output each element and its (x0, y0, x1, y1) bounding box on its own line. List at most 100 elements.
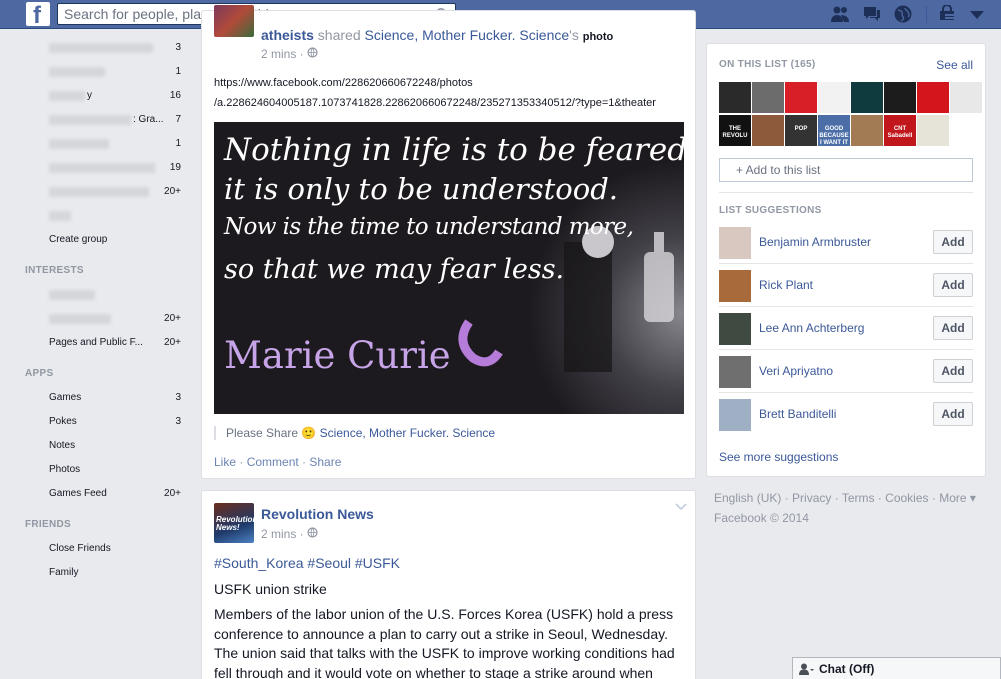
timestamp[interactable]: 2 mins · (261, 47, 318, 61)
list-member-thumbnail[interactable]: CNT Sabadell (884, 115, 916, 146)
messages-icon[interactable] (862, 5, 882, 23)
divider (719, 192, 973, 193)
author-link[interactable]: atheists (261, 27, 314, 43)
suggestion-avatar[interactable] (719, 399, 751, 431)
post-body: Members of the labor union of the U.S. F… (214, 606, 675, 679)
footer-link-cookies[interactable]: Cookies (885, 491, 928, 505)
chat-people-icon (799, 663, 814, 675)
share-link[interactable]: Share (309, 455, 341, 469)
account-menu-icon[interactable] (967, 5, 987, 23)
suggestion-avatar[interactable] (719, 270, 751, 302)
add-to-list-input[interactable]: + Add to this list (719, 158, 973, 182)
suggestion-row: Brett Banditelli Add (719, 393, 973, 436)
create-group-link[interactable]: Create group (49, 232, 189, 248)
footer-link-privacy[interactable]: Privacy (792, 491, 831, 505)
see-all-link[interactable]: See all (936, 58, 973, 72)
list-member-thumbnail[interactable] (950, 82, 982, 113)
comment-link[interactable]: Comment (247, 455, 299, 469)
suggestion-name[interactable]: Brett Banditelli (759, 407, 836, 421)
chat-bar[interactable]: Chat (Off) (792, 657, 1001, 679)
action-text: shared (313, 27, 365, 43)
quote-author: Marie Curie (224, 334, 451, 377)
sidebar-item-games[interactable]: Games 3 (49, 390, 189, 406)
list-member-thumbnail[interactable] (719, 82, 751, 113)
sidebar-item-group[interactable]: : Gra... 7 (49, 112, 189, 128)
chevron-down-icon[interactable] (675, 503, 687, 511)
sidebar-item-group[interactable]: y 16 (49, 88, 189, 104)
privacy-shortcuts-icon[interactable] (938, 5, 958, 23)
list-member-thumbnail[interactable]: GOOD BECAUSE I WANT IT (818, 115, 850, 146)
add-button[interactable]: Add (933, 273, 973, 297)
add-button[interactable]: Add (933, 316, 973, 340)
feed-story: Revolution News! Revolution News 2 mins … (201, 490, 696, 679)
list-member-thumbnail[interactable] (818, 82, 850, 113)
smiley-emoji-icon: 🙂 (301, 426, 317, 440)
caption-page-link[interactable]: Science, Mother Fucker. Science (316, 426, 495, 440)
add-button[interactable]: Add (933, 402, 973, 426)
friend-requests-icon[interactable] (830, 5, 850, 23)
blurred-label (49, 139, 109, 149)
shared-url-line[interactable]: /a.228624604005187.1073741828.2286206606… (214, 97, 656, 109)
list-member-thumbnail[interactable]: POP (785, 115, 817, 146)
list-info-box: ON THIS LIST (165) See all THE REVOLU POP… (706, 43, 986, 477)
interests-heading: INTERESTS (25, 265, 84, 276)
add-button[interactable]: Add (933, 359, 973, 383)
like-link[interactable]: Like (214, 455, 236, 469)
suggestion-row: Rick Plant Add (719, 264, 973, 307)
sidebar-item-photos[interactable]: Photos (49, 462, 189, 478)
sidebar-item-pages-feed[interactable]: Pages and Public F... 20+ (49, 335, 189, 351)
list-member-thumbnail[interactable] (752, 82, 784, 113)
blurred-label (49, 91, 85, 101)
list-member-thumbnail[interactable] (917, 82, 949, 113)
list-member-thumbnail[interactable] (917, 115, 949, 146)
suggestion-avatar[interactable] (719, 227, 751, 259)
quote-line: it is only to be understood. (224, 172, 618, 206)
list-member-thumbnail[interactable] (851, 82, 883, 113)
suggestion-avatar[interactable] (719, 356, 751, 388)
sidebar-item-pokes[interactable]: Pokes 3 (49, 414, 189, 430)
add-button[interactable]: Add (933, 230, 973, 254)
list-member-thumbnail[interactable] (785, 82, 817, 113)
photo-link[interactable]: photo (583, 31, 614, 43)
list-member-thumbnail[interactable] (851, 115, 883, 146)
list-member-thumbnail[interactable] (884, 82, 916, 113)
sidebar-item-interest[interactable] (49, 287, 189, 303)
sidebar-item-group[interactable]: 1 (49, 64, 189, 80)
suggestion-avatar[interactable] (719, 313, 751, 345)
page-link[interactable]: Science, Mother Fucker. Science (365, 27, 570, 43)
see-more-suggestions-link[interactable]: See more suggestions (719, 450, 838, 464)
footer-link-language[interactable]: English (UK) (714, 491, 781, 505)
sidebar-item-family[interactable]: Family (49, 565, 189, 581)
shared-photo[interactable]: Nothing in life is to be feared, it is o… (214, 122, 684, 414)
facebook-logo[interactable]: f (26, 2, 50, 29)
list-member-thumbnail[interactable] (752, 115, 784, 146)
footer-link-terms[interactable]: Terms (842, 491, 875, 505)
sidebar-item-close-friends[interactable]: Close Friends (49, 541, 189, 557)
page-avatar[interactable]: Revolution News! (214, 503, 254, 543)
blurred-label (49, 163, 155, 173)
apps-heading: APPS (25, 368, 54, 379)
notifications-icon[interactable] (893, 5, 913, 23)
sidebar-item-interest[interactable]: 20+ (49, 311, 189, 327)
sidebar-item-group[interactable]: 1 (49, 136, 189, 152)
sidebar-item-group[interactable]: 3 (49, 40, 189, 56)
sidebar-item-group[interactable] (49, 208, 189, 224)
author-link[interactable]: Revolution News (261, 506, 374, 522)
suggestion-name[interactable]: Benjamin Armbruster (759, 235, 871, 249)
on-this-list-heading: ON THIS LIST (165) (719, 59, 816, 70)
hashtags[interactable]: #South_Korea #Seoul #USFK (214, 555, 400, 571)
suggestion-name[interactable]: Veri Apriyatno (759, 364, 833, 378)
timestamp[interactable]: 2 mins · (261, 527, 318, 541)
shared-url-line[interactable]: https://www.facebook.com/228620660672248… (214, 77, 473, 89)
sidebar-item-games-feed[interactable]: Games Feed 20+ (49, 486, 189, 502)
feed-story: atheists shared Science, Mother Fucker. … (201, 5, 696, 479)
avatar[interactable] (214, 5, 254, 37)
sidebar-item-notes[interactable]: Notes (49, 438, 189, 454)
suggestion-name[interactable]: Lee Ann Achterberg (759, 321, 864, 335)
post-title: USFK union strike (214, 581, 327, 597)
sidebar-item-group[interactable]: 19 (49, 160, 189, 176)
suggestion-name[interactable]: Rick Plant (759, 278, 813, 292)
sidebar-item-group[interactable]: 20+ (49, 184, 189, 200)
footer-link-more[interactable]: More ▾ (939, 491, 976, 505)
list-member-thumbnail[interactable]: THE REVOLU (719, 115, 751, 146)
